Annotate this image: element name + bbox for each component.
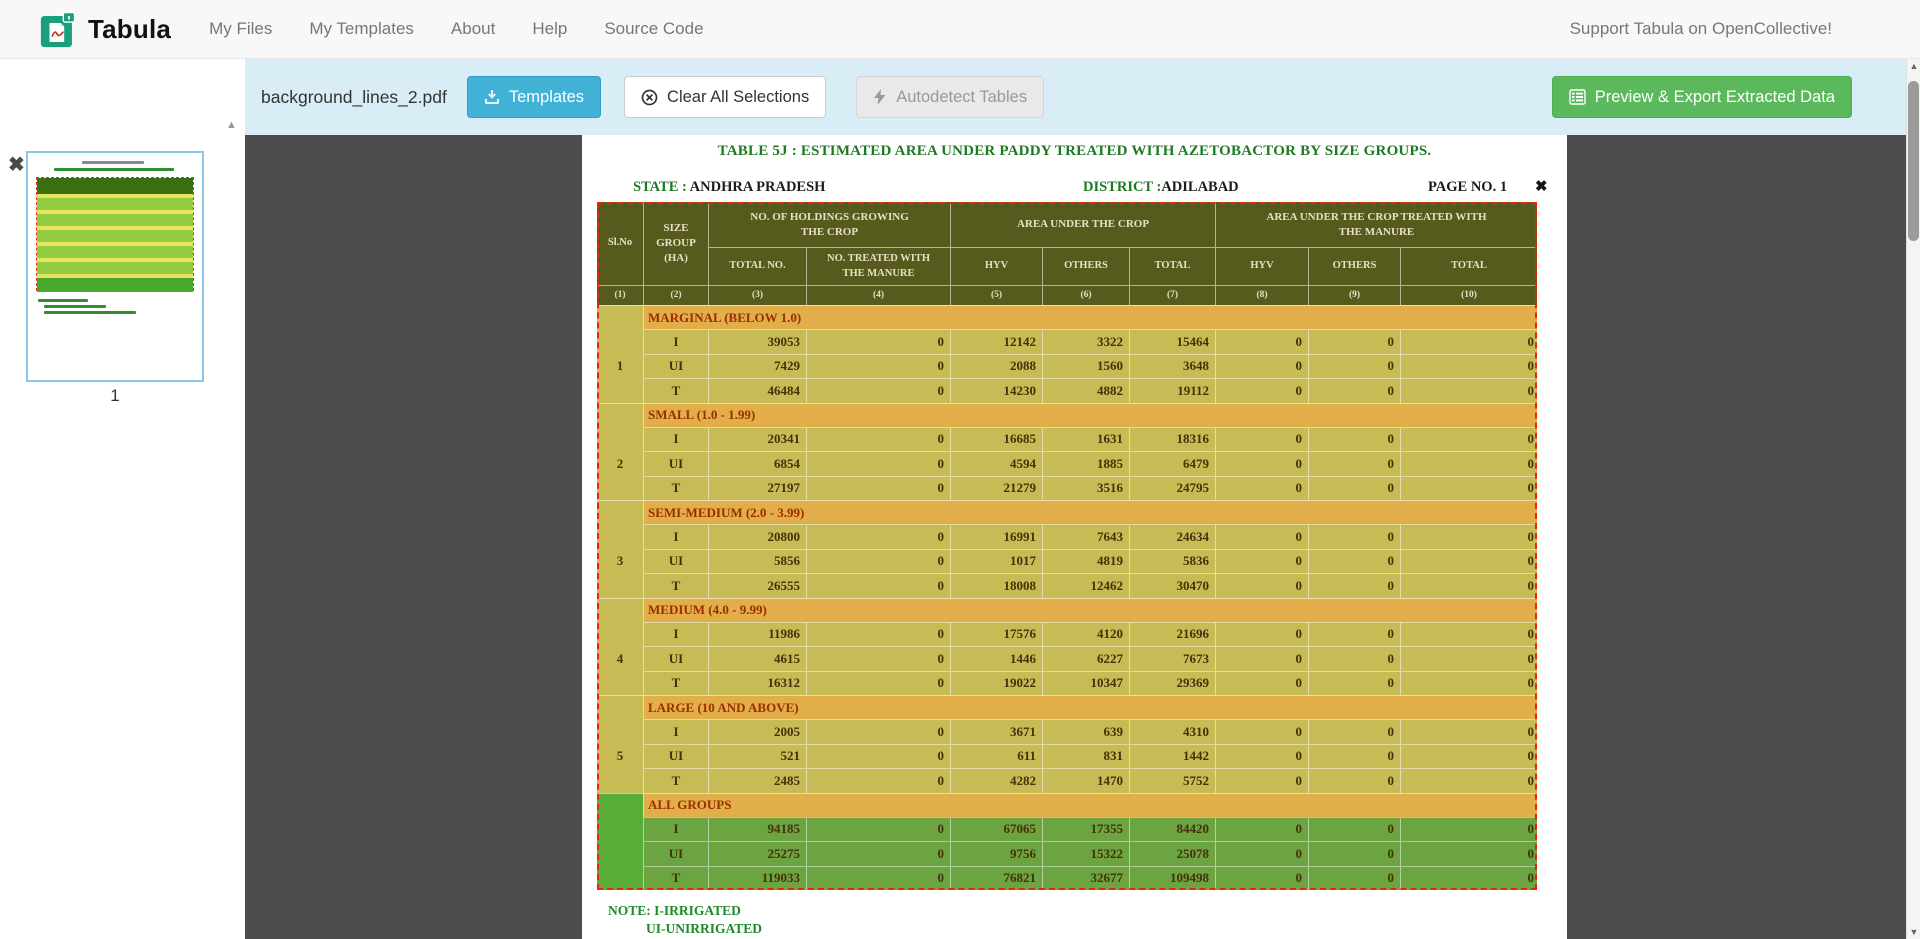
state-label: STATE : <box>633 179 687 195</box>
clear-button-label: Clear All Selections <box>667 88 809 107</box>
thumb-note-line <box>44 305 106 308</box>
save-tray-icon <box>484 89 500 105</box>
pdf-note-line-1: NOTE: I-IRRIGATED <box>608 903 741 919</box>
district-value: ADILABAD <box>1161 179 1238 195</box>
pdf-viewer-area: TABLE 5J : ESTIMATED AREA UNDER PADDY TR… <box>245 135 1920 939</box>
scrollbar-down-arrow[interactable]: ▼ <box>1907 927 1920 937</box>
pdf-table-title: TABLE 5J : ESTIMATED AREA UNDER PADDY TR… <box>582 143 1567 160</box>
app-window: Tabula My Files My Templates About Help … <box>0 0 1920 939</box>
table-list-icon <box>1569 89 1586 105</box>
export-button-label: Preview & Export Extracted Data <box>1595 88 1835 107</box>
filename-label: background_lines_2.pdf <box>261 87 447 108</box>
document-toolbar: background_lines_2.pdf Templates Clear A… <box>245 59 1920 135</box>
autodetect-button-label: Autodetect Tables <box>896 88 1027 107</box>
selection-close-button[interactable]: ✖ <box>1535 179 1548 194</box>
thumb-note-line <box>44 311 136 314</box>
remove-page-button[interactable]: ✖ <box>8 155 25 175</box>
page-thumbnail-sidebar: ✖ 1 ▲ ▼ <box>0 59 245 939</box>
templates-button[interactable]: Templates <box>467 76 601 118</box>
nav-item-about[interactable]: About <box>451 19 495 39</box>
thumbnail-page-number: 1 <box>26 386 204 406</box>
scrollbar-up-arrow[interactable]: ▲ <box>1907 61 1920 71</box>
autodetect-tables-button[interactable]: Autodetect Tables <box>856 76 1044 118</box>
nav-item-source-code[interactable]: Source Code <box>604 19 703 39</box>
nav-item-my-files[interactable]: My Files <box>209 19 272 39</box>
sidebar-scroll-up-arrow[interactable]: ▲ <box>226 119 237 131</box>
support-link[interactable]: Support Tabula on OpenCollective! <box>1570 19 1832 39</box>
thumb-note-line <box>38 299 88 302</box>
pdf-note-line-2: UI-UNIRRIGATED <box>646 921 762 937</box>
nav-links: My Files My Templates About Help Source … <box>209 19 703 39</box>
main-scrollbar[interactable]: ▲ ▼ <box>1906 59 1920 939</box>
pdf-page-number: PAGE NO. 1 <box>1428 179 1507 196</box>
top-navbar: Tabula My Files My Templates About Help … <box>0 0 1920 59</box>
nav-item-my-templates[interactable]: My Templates <box>309 19 414 39</box>
preview-export-button[interactable]: Preview & Export Extracted Data <box>1552 76 1852 118</box>
page-1-thumbnail[interactable] <box>26 151 204 382</box>
tabula-logo-icon <box>40 10 78 48</box>
templates-button-label: Templates <box>509 88 584 107</box>
clear-all-selections-button[interactable]: Clear All Selections <box>624 76 826 118</box>
brand-title[interactable]: Tabula <box>88 14 171 45</box>
nav-item-help[interactable]: Help <box>532 19 567 39</box>
thumb-title-line <box>54 168 174 171</box>
lightning-bolt-icon <box>873 89 887 105</box>
state-value: ANDHRA PRADESH <box>687 179 826 195</box>
thumb-heading-line <box>82 161 144 164</box>
pdf-page-canvas[interactable]: TABLE 5J : ESTIMATED AREA UNDER PADDY TR… <box>582 135 1567 939</box>
district-label: DISTRICT : <box>1083 179 1161 195</box>
pdf-district-line: DISTRICT :ADILABAD <box>1083 179 1239 196</box>
thumbnail-table-selection <box>36 177 194 291</box>
circle-x-icon <box>641 89 658 106</box>
scrollbar-thumb[interactable] <box>1908 81 1919 241</box>
thumb-table-header <box>37 178 193 194</box>
pdf-state-line: STATE : ANDHRA PRADESH <box>633 179 825 196</box>
selection-box[interactable] <box>597 202 1537 890</box>
